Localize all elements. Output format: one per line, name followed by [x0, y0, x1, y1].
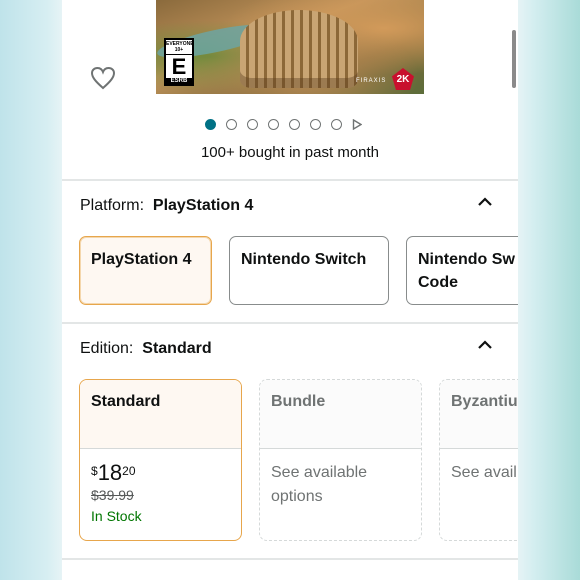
edition-option-label: Bundle [260, 380, 421, 449]
carousel-dot[interactable] [226, 119, 237, 130]
platform-heading: Platform: PlayStation 4 [80, 197, 253, 215]
section-divider [62, 179, 518, 181]
esrb-bottom-text: ESRB [166, 78, 192, 84]
section-divider [62, 558, 518, 560]
edition-option-details: See avail [440, 449, 518, 497]
product-detail-screen: EVERYONE 10+ E ESRB FIRAXIS 2K 100+ boug… [62, 0, 518, 580]
publisher-logo: 2K [392, 68, 414, 90]
price: $ 18 20 [91, 461, 230, 485]
developer-logo: FIRAXIS [356, 78, 387, 84]
product-image[interactable]: EVERYONE 10+ E ESRB FIRAXIS 2K [156, 0, 424, 94]
list-price: $39.99 [91, 487, 134, 503]
availability-text: options [271, 488, 323, 505]
bought-past-month: 100+ bought in past month [200, 144, 380, 161]
availability-text: See available [271, 464, 368, 481]
heart-icon[interactable] [90, 66, 116, 90]
platform-option-switch-code[interactable]: Nintendo Sw Code [406, 236, 518, 305]
availability-status: In Stock [91, 508, 142, 524]
collapse-chevron-icon[interactable] [476, 339, 494, 351]
esrb-top-text: EVERYONE 10+ [166, 41, 194, 55]
edition-option-details: See available options [260, 449, 421, 521]
video-play-icon[interactable] [352, 119, 362, 130]
price-symbol: $ [91, 464, 98, 478]
esrb-rating-badge: EVERYONE 10+ E ESRB [164, 38, 194, 86]
carousel-dot-active[interactable] [205, 119, 216, 130]
platform-option-ps4[interactable]: PlayStation 4 [79, 236, 212, 305]
price-fraction: 20 [122, 464, 136, 478]
edition-selected-value: Standard [142, 340, 212, 357]
carousel-dot[interactable] [268, 119, 279, 130]
collapse-chevron-icon[interactable] [476, 196, 494, 208]
edition-option-byzantium[interactable]: Byzantiu See avail [439, 379, 518, 541]
edition-option-bundle[interactable]: Bundle See available options [259, 379, 422, 541]
platform-label: Platform: [80, 197, 145, 214]
edition-option-details: $ 18 20 $39.99 In Stock [80, 449, 241, 536]
platform-option-label: Code [418, 274, 458, 291]
edition-heading: Edition: Standard [80, 340, 212, 358]
carousel-dot[interactable] [331, 119, 342, 130]
platform-selected-value: PlayStation 4 [152, 197, 254, 214]
edition-option-label: Standard [80, 380, 241, 449]
edition-label: Edition: [80, 340, 134, 357]
section-divider [62, 322, 518, 324]
platform-option-label: Nintendo Switch [241, 251, 367, 268]
availability-text: See avail [451, 464, 517, 481]
platform-option-switch[interactable]: Nintendo Switch [229, 236, 389, 305]
edition-option-standard[interactable]: Standard $ 18 20 $39.99 In Stock [79, 379, 242, 541]
price-whole: 18 [97, 460, 123, 485]
image-carousel-dots[interactable] [205, 119, 362, 130]
platform-option-label: PlayStation 4 [91, 251, 192, 268]
esrb-letter: E [171, 54, 187, 79]
product-hero: EVERYONE 10+ E ESRB FIRAXIS 2K 100+ boug… [62, 0, 518, 180]
carousel-dot[interactable] [247, 119, 258, 130]
edition-option-label: Byzantiu [440, 380, 518, 449]
platform-option-label: Nintendo Sw [418, 251, 515, 268]
coliseum-artwork [240, 10, 358, 88]
carousel-dot[interactable] [289, 119, 300, 130]
scrollbar[interactable] [512, 30, 516, 88]
carousel-dot[interactable] [310, 119, 321, 130]
